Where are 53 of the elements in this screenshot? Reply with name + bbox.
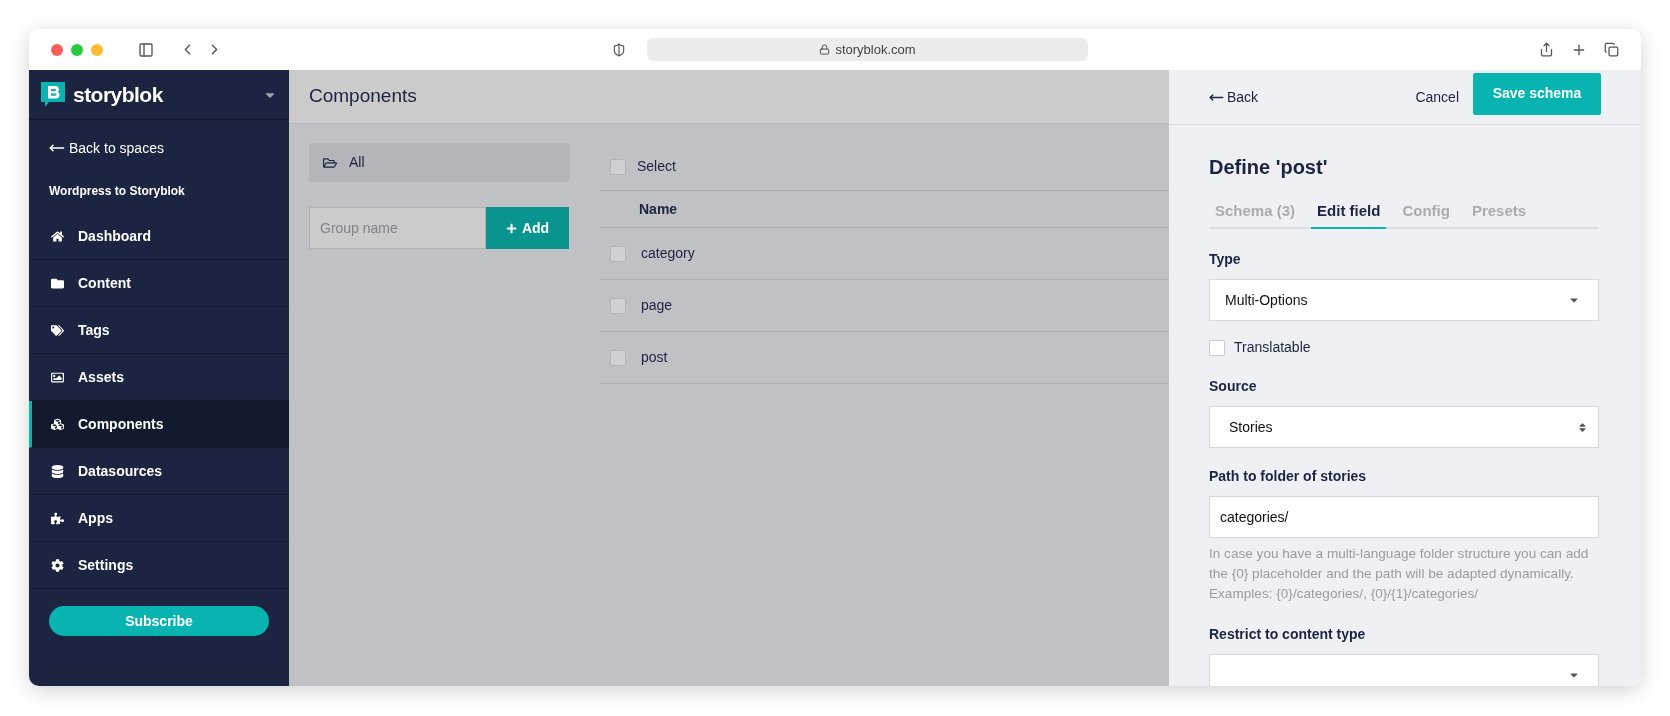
help-text: In case you have a multi-language folder structure you can add the {0} placeholder and the path will be adapted dynamically. Examples: {0}/categories/, {0}/{1}/categories/ [1209, 545, 1590, 603]
select-label: Select [637, 157, 676, 176]
puzzle-icon [51, 511, 64, 525]
field-label: Restrict to content type [1209, 625, 1367, 644]
select-field[interactable] [1209, 654, 1599, 686]
component-name[interactable]: category [641, 243, 695, 264]
folder-icon [323, 155, 337, 170]
lock-icon [819, 44, 831, 55]
page-title: Components [309, 84, 417, 109]
plus-icon [505, 222, 517, 234]
back-button[interactable]: Back [1209, 86, 1259, 108]
checkbox-label: Translatable [1234, 338, 1311, 357]
image-icon [51, 370, 64, 384]
row-checkbox[interactable] [610, 245, 626, 262]
field-label: Type [1209, 250, 1242, 269]
panel-title: Define 'post' [1209, 155, 1329, 180]
column-header: Name [639, 199, 678, 219]
back-link[interactable]: Back to spaces [49, 137, 164, 159]
row-checkbox[interactable] [610, 297, 626, 314]
field-label: Path to folder of stories [1209, 467, 1368, 486]
select-field[interactable]: Multi-Options [1209, 279, 1599, 321]
tab[interactable]: Edit field [1311, 195, 1387, 229]
minimize-window-icon[interactable] [71, 43, 83, 56]
cubes-icon [51, 417, 64, 431]
brand-name: storyblok [73, 81, 163, 108]
settings-icon [51, 558, 64, 572]
row-checkbox[interactable] [610, 349, 626, 366]
cancel-button[interactable]: Cancel [1415, 86, 1459, 108]
select-field[interactable]: Stories [1209, 406, 1599, 448]
folder-icon [51, 276, 64, 290]
close-window-icon[interactable] [51, 43, 63, 56]
share-icon[interactable] [1539, 42, 1554, 57]
select-all-checkbox[interactable] [610, 158, 626, 175]
shield-icon[interactable] [612, 42, 626, 57]
sidebar-toggle-icon[interactable] [138, 41, 154, 58]
logo-icon [41, 81, 65, 108]
nav-item[interactable]: Components [29, 401, 289, 448]
address-bar[interactable]: storyblok.com [647, 38, 1088, 61]
checkbox[interactable] [1209, 339, 1225, 356]
database-icon [51, 464, 64, 478]
path-field[interactable]: categories/ [1209, 496, 1599, 538]
component-name[interactable]: post [641, 347, 668, 368]
space-name: Wordpress to Storyblok [49, 183, 185, 200]
group-name-field[interactable]: Group name [309, 207, 486, 249]
field-label: Source [1209, 377, 1258, 396]
tabs-overview-icon[interactable] [1604, 42, 1619, 57]
add-button[interactable]: Add [486, 207, 569, 249]
zoom-window-icon[interactable] [91, 43, 103, 56]
tags-icon [51, 323, 64, 337]
house-icon [51, 229, 64, 243]
sort-icon [1577, 421, 1588, 433]
group-item[interactable]: All [309, 143, 570, 182]
component-name[interactable]: page [641, 295, 673, 316]
